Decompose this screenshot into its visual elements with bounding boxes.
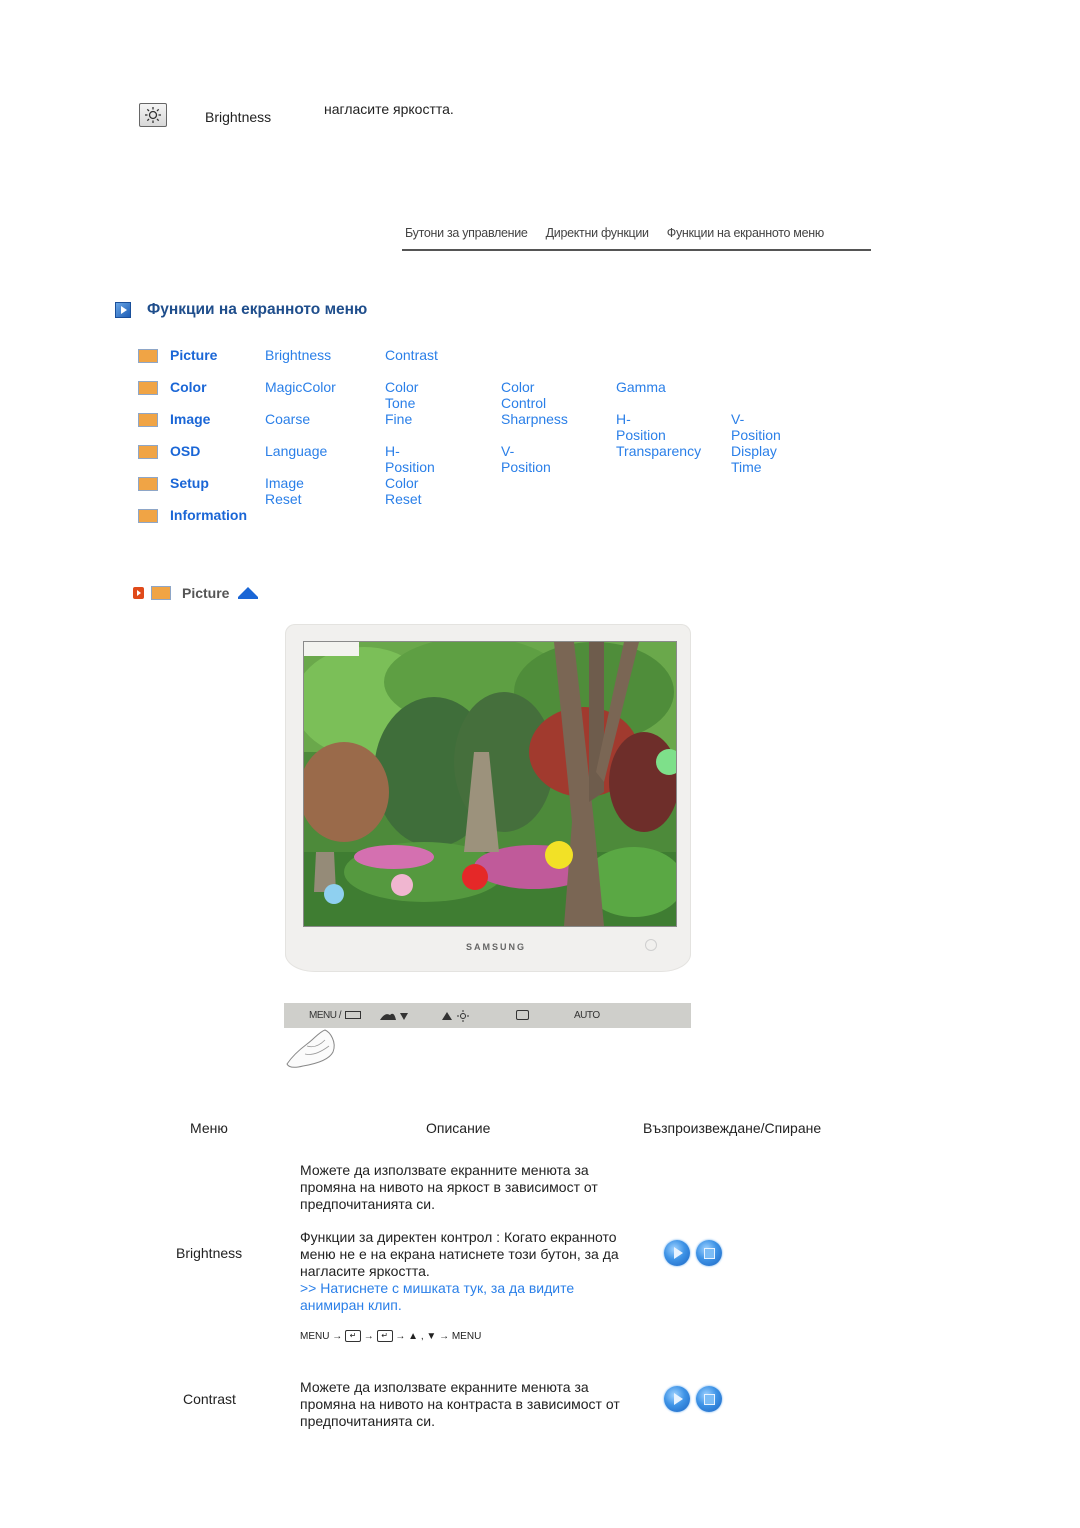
sequence-menu-end: MENU <box>451 1331 482 1342</box>
contrast-play-button[interactable] <box>664 1386 690 1412</box>
menu-item-color-tone[interactable]: Color Tone <box>385 379 418 411</box>
section-nav: Бутони за управление Директни функции Фу… <box>402 226 871 251</box>
menu-button-label[interactable]: MENU / <box>309 1010 342 1021</box>
osd-icon <box>138 445 158 459</box>
nav-tab-direct-functions[interactable]: Директни функции <box>546 226 649 249</box>
menu-item-osd-h-position[interactable]: H-Position <box>385 443 435 475</box>
table-header-menu: Меню <box>190 1120 228 1136</box>
picture-icon <box>138 349 158 363</box>
sequence-arrow: → <box>395 1331 406 1342</box>
menu-item-coarse[interactable]: Coarse <box>265 411 310 427</box>
picture-subheader-label: Picture <box>182 585 230 601</box>
menu-item-transparency[interactable]: Transparency <box>616 443 701 459</box>
information-icon <box>138 509 158 523</box>
nav-tab-control-buttons[interactable]: Бутони за управление <box>405 226 528 249</box>
brightness-desc-paragraph-2: Функции за директен контрол : Когато екр… <box>300 1229 619 1279</box>
image-icon <box>138 413 158 427</box>
table-header-description: Описание <box>426 1120 491 1136</box>
garden-photo <box>304 642 676 926</box>
sequence-arrow: → <box>439 1331 450 1342</box>
menu-head-osd[interactable]: OSD <box>170 443 200 459</box>
monitor-button-bar: MENU / AUTO <box>284 1003 691 1028</box>
menu-item-fine[interactable]: Fine <box>385 411 412 427</box>
up-brightness-icon[interactable] <box>441 1010 473 1025</box>
pointing-hand-icon <box>286 1029 335 1068</box>
menu-item-color-control[interactable]: Color Control <box>501 379 546 411</box>
table-header-play-stop: Възпроизвеждане/Спиране <box>643 1120 822 1136</box>
brightness-stop-button[interactable] <box>696 1240 722 1266</box>
brightness-button[interactable] <box>139 103 167 127</box>
magicbright-down-icon[interactable] <box>380 1011 410 1024</box>
sequence-arrow: → <box>363 1331 374 1342</box>
brightness-key-sequence: MENU → ↵ → ↵ → ▲ , ▼ → MENU <box>300 1330 481 1342</box>
up-arrow-icon[interactable] <box>238 587 258 599</box>
power-button-icon <box>645 939 657 951</box>
sequence-arrow: → <box>332 1331 343 1342</box>
blue-play-bullet-icon <box>115 302 131 318</box>
color-icon <box>138 381 158 395</box>
animated-clip-link[interactable]: >> Натиснете с мишката тук, за да видите… <box>300 1280 574 1313</box>
menu-head-image[interactable]: Image <box>170 411 210 427</box>
menu-head-picture[interactable]: Picture <box>170 347 217 363</box>
table-row-brightness-label: Brightness <box>176 1245 243 1261</box>
contrast-stop-button[interactable] <box>696 1386 722 1412</box>
menu-item-contrast[interactable]: Contrast <box>385 347 438 363</box>
table-row-brightness-description: Можете да използвате екранните менюта за… <box>300 1162 630 1314</box>
menu-item-brightness[interactable]: Brightness <box>265 347 331 363</box>
menu-item-magiccolor[interactable]: MagicColor <box>265 379 336 395</box>
menu-item-language[interactable]: Language <box>265 443 327 459</box>
enter-key-icon: ↵ <box>376 1330 393 1342</box>
brightness-play-button[interactable] <box>664 1240 690 1266</box>
sequence-up-down: ▲ , ▼ <box>408 1331 437 1342</box>
monitor-brand-logo: SAMSUNG <box>466 942 527 952</box>
setup-icon <box>138 477 158 491</box>
menu-item-v-position[interactable]: V-Position <box>731 411 781 443</box>
menu-item-image-reset[interactable]: Image Reset <box>265 475 304 507</box>
menu-head-color[interactable]: Color <box>170 379 207 395</box>
brightness-description: нагласите яркостта. <box>324 101 454 117</box>
table-row-contrast-label: Contrast <box>183 1391 236 1407</box>
menu-item-osd-v-position[interactable]: V-Position <box>501 443 551 475</box>
sequence-menu-start: MENU <box>300 1331 330 1342</box>
menu-item-color-reset[interactable]: Color Reset <box>385 475 422 507</box>
enter-button-icon[interactable] <box>516 1010 529 1020</box>
osd-grid-icon <box>345 1011 361 1019</box>
monitor-screen-photo <box>303 641 677 927</box>
enter-key-icon: ↵ <box>345 1330 362 1342</box>
brightness-desc-paragraph-1: Можете да използвате екранните менюта за… <box>300 1162 598 1212</box>
menu-item-gamma[interactable]: Gamma <box>616 379 666 395</box>
nav-tab-osd-functions[interactable]: Функции на екранното меню <box>667 226 825 249</box>
picture-icon <box>151 586 171 600</box>
auto-button-label[interactable]: AUTO <box>574 1010 600 1021</box>
red-play-bullet-icon <box>133 587 144 599</box>
menu-item-sharpness[interactable]: Sharpness <box>501 411 568 427</box>
menu-item-display-time[interactable]: Display Time <box>731 443 777 475</box>
menu-head-setup[interactable]: Setup <box>170 475 209 491</box>
menu-head-information[interactable]: Information <box>170 507 247 523</box>
brightness-sun-icon <box>145 107 161 123</box>
menu-item-h-position[interactable]: H-Position <box>616 411 666 443</box>
page-title: Функции на екранното меню <box>147 301 368 318</box>
table-row-contrast-description: Можете да използвате екранните менюта за… <box>300 1379 620 1429</box>
brightness-label: Brightness <box>205 109 272 125</box>
